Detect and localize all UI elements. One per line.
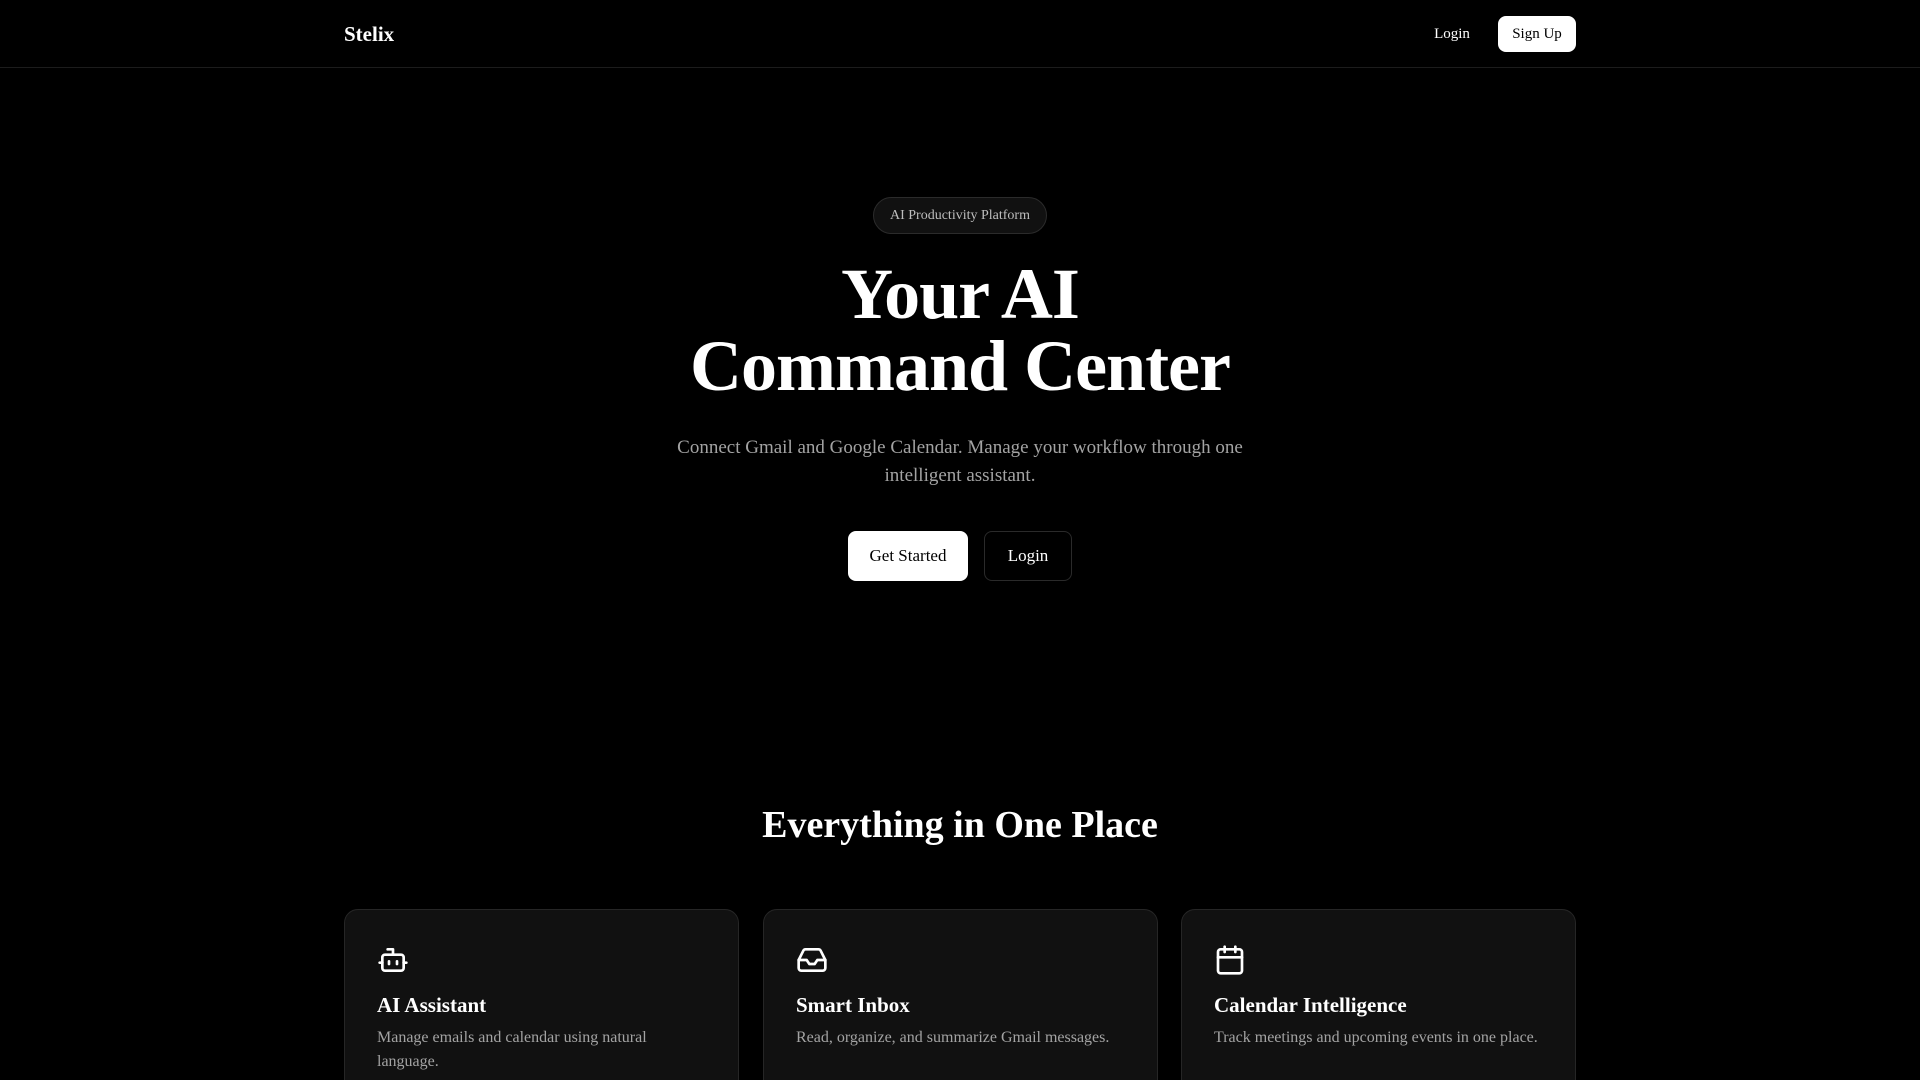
hero-title-line-1: Your AI (841, 254, 1080, 334)
hero-title-line-2: Command Center (690, 326, 1231, 406)
feature-card-title: Smart Inbox (796, 993, 910, 1017)
feature-card-title: Calendar Intelligence (1214, 993, 1407, 1017)
header-login-link[interactable]: Login (1420, 20, 1484, 48)
feature-card-description: Read, organize, and summarize Gmail mess… (796, 1029, 1110, 1046)
feature-card-smart-inbox: Smart Inbox Read, organize, and summariz… (763, 909, 1158, 1080)
bot-icon (377, 944, 409, 976)
inbox-icon (796, 944, 828, 976)
hero-title: Your AI Command Center (560, 258, 1360, 402)
feature-card-description: Track meetings and upcoming events in on… (1214, 1029, 1538, 1046)
feature-card-description: Manage emails and calendar using natural… (377, 1029, 647, 1070)
calendar-icon (1214, 944, 1246, 976)
brand-logo[interactable]: Stelix (344, 20, 394, 48)
hero-subtitle: Connect Gmail and Google Calendar. Manag… (677, 437, 1243, 486)
feature-card-calendar-intelligence: Calendar Intelligence Track meetings and… (1181, 909, 1576, 1080)
hero-login-button[interactable]: Login (984, 531, 1072, 581)
top-navbar: Stelix Login Sign Up (0, 0, 1920, 68)
feature-card-ai-assistant: AI Assistant Manage emails and calendar … (344, 909, 739, 1080)
header-signup-button[interactable]: Sign Up (1498, 16, 1576, 52)
feature-card-title: AI Assistant (377, 993, 487, 1017)
landing-page: Stelix Login Sign Up AI Productivity Pla… (0, 0, 1920, 1080)
features-title: Everything in One Place (762, 804, 1158, 846)
hero-badge: AI Productivity Platform (873, 197, 1047, 234)
get-started-button[interactable]: Get Started (848, 531, 968, 581)
